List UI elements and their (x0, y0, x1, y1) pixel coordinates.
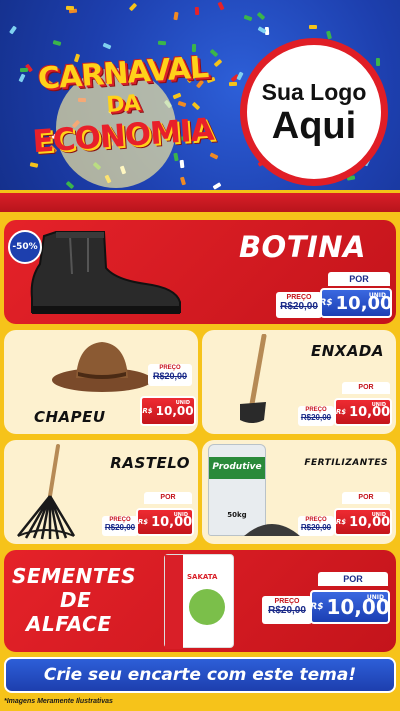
confetti-piece (173, 11, 179, 21)
carnival-title: CARNAVAL DA ECONOMIA (18, 50, 228, 188)
new-price: R$ 10,00 UNID (136, 508, 194, 536)
price-tag: PREÇO R$20,00 POR R$ 10,00 UNID (298, 492, 394, 536)
unit-label: UNID (371, 402, 386, 408)
price-tag: PREÇO R$20,00 POR R$ 10,00 UNID (298, 382, 394, 426)
currency-symbol: R$ (335, 518, 347, 526)
hat-image (52, 342, 152, 392)
packet-brand: SAKATA (187, 573, 218, 581)
product-name: FERTILIZANTES (304, 458, 388, 468)
old-price-value: R$20,00 (300, 413, 332, 422)
cta-banner[interactable]: Crie seu encarte com este tema! (4, 657, 396, 693)
old-price-label: PREÇO (286, 294, 312, 301)
confetti-piece (243, 14, 253, 22)
currency-symbol: R$ (319, 298, 333, 308)
new-price: R$ 10,00 UNID (319, 288, 393, 318)
old-price-label: PREÇO (274, 598, 300, 605)
old-price-value: R$20,00 (280, 301, 318, 312)
confetti-piece (194, 6, 200, 16)
confetti-piece (65, 180, 75, 190)
new-price-value: 10,00 (155, 404, 194, 418)
confetti-piece (236, 71, 244, 81)
currency-symbol: R$ (335, 408, 347, 416)
hoe-image (240, 334, 267, 423)
unit-label: UNID (366, 594, 384, 601)
header-banner: CARNAVAL DA ECONOMIA Sua Logo Aqui (0, 0, 400, 212)
product-card-chapeu[interactable]: CHAPEU PREÇO R$20,00 R$ 10,00 UNID (4, 330, 198, 434)
old-price-value: R$20,00 (268, 605, 306, 616)
product-name: RASTELO (110, 454, 190, 472)
confetti-piece (65, 5, 75, 11)
por-label: POR (328, 272, 390, 286)
product-name-line-1: SEMENTES (12, 564, 137, 588)
seed-packet-image: SAKATA (164, 554, 234, 649)
unit-label: UNID (368, 292, 386, 299)
unit-label: UNID (173, 512, 188, 518)
discount-badge: -50% (8, 230, 42, 264)
new-price: R$ 10,00 UNID (140, 396, 196, 426)
logo-placeholder[interactable]: Sua Logo Aqui (240, 38, 388, 186)
price-tag: PREÇO R$20,00 POR R$ 10,00 UNID (262, 572, 392, 624)
confetti-piece (128, 2, 138, 12)
fertilizer-pile (244, 524, 300, 536)
confetti-piece (256, 11, 266, 21)
por-label: POR (144, 492, 192, 504)
logo-text-line-1: Sua Logo (261, 78, 367, 105)
old-price-box: PREÇO R$20,00 (298, 516, 334, 536)
product-card-rastelo[interactable]: RASTELO PREÇO R$20,00 POR R$ 10,00 UNID (4, 440, 198, 544)
bag-brand: Produtive (212, 462, 262, 472)
product-card-sementes[interactable]: SEMENTES DE ALFACE SAKATA PREÇO R$20,00 … (4, 550, 396, 652)
new-price: R$ 10,00 UNID (334, 508, 392, 536)
confetti-piece (326, 30, 332, 40)
boot-image (30, 231, 181, 314)
currency-symbol: R$ (142, 407, 153, 415)
product-name: ENXADA (310, 342, 384, 360)
product-name: CHAPEU (34, 408, 106, 426)
por-label: POR (318, 572, 388, 586)
price-tag: PREÇO R$20,00 R$ 10,00 UNID (140, 364, 198, 430)
product-card-botina[interactable]: BOTINA PREÇO R$20,00 POR R$ 10,00 UNID (4, 220, 396, 324)
confetti-piece (309, 25, 317, 29)
currency-symbol: R$ (310, 602, 324, 612)
currency-symbol: R$ (137, 518, 149, 526)
product-name-line-2: DE (60, 588, 92, 612)
old-price-value: R$20,00 (152, 371, 188, 381)
product-card-fertilizantes[interactable]: Produtive 50kg FERTILIZANTES PREÇO R$20,… (202, 440, 396, 544)
header-floor-stripe (0, 190, 400, 212)
new-price: R$ 10,00 UNID (334, 398, 392, 426)
rake-image (17, 444, 76, 540)
confetti-piece (157, 40, 167, 46)
price-tag: PREÇO R$20,00 POR R$ 10,00 UNID (276, 272, 394, 318)
por-label: POR (342, 382, 390, 394)
por-label: POR (342, 492, 390, 504)
old-price-value: R$20,00 (300, 523, 332, 532)
unit-label: UNID (371, 512, 386, 518)
new-price: R$ 10,00 UNID (310, 590, 390, 624)
old-price-box: PREÇO R$20,00 (262, 596, 312, 624)
confetti-piece (217, 1, 225, 11)
disclaimer-text: *Imagens Meramente Ilustrativas (4, 698, 113, 705)
price-tag: PREÇO R$20,00 POR R$ 10,00 UNID (102, 492, 196, 536)
confetti-piece (52, 39, 62, 47)
logo-text-line-2: Aqui (271, 104, 357, 147)
confetti-piece (375, 57, 381, 67)
old-price-box: PREÇO R$20,00 (276, 292, 322, 318)
confetti-piece (9, 25, 17, 35)
unit-label: UNID (175, 400, 190, 406)
product-name: BOTINA (238, 230, 366, 264)
old-price-box: PREÇO R$20,00 (102, 516, 138, 536)
product-card-enxada[interactable]: ENXADA PREÇO R$20,00 POR R$ 10,00 UNID (202, 330, 396, 434)
product-name-line-3: ALFACE (26, 612, 112, 636)
old-price-box: PREÇO R$20,00 (298, 406, 334, 426)
confetti-piece (228, 81, 238, 87)
old-price-value: R$20,00 (104, 523, 136, 532)
confetti-piece (212, 182, 222, 190)
confetti-piece (102, 42, 112, 50)
old-price-box: PREÇO R$20,00 (148, 364, 192, 386)
